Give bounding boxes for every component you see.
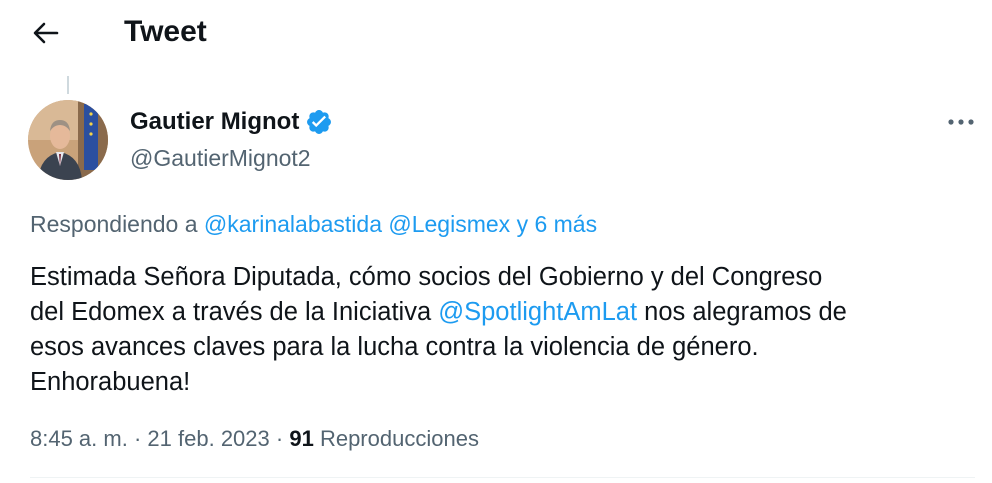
tweet-date[interactable]: 21 feb. 2023 bbox=[147, 426, 269, 451]
avatar-image bbox=[28, 100, 108, 180]
more-dots-icon bbox=[948, 119, 974, 125]
views-label[interactable]: Reproducciones bbox=[320, 426, 479, 451]
page-title: Tweet bbox=[124, 15, 207, 48]
tweet-text-line: Estimada Señora Diputada, cómo socios de… bbox=[30, 263, 823, 291]
top-bar: Tweet bbox=[0, 0, 992, 66]
avatar[interactable] bbox=[28, 100, 108, 180]
reply-context: Respondiendo a @karinalabastida @Legisme… bbox=[30, 209, 597, 239]
more-options-button[interactable] bbox=[942, 108, 980, 136]
author-handle[interactable]: @GautierMignot2 bbox=[130, 143, 311, 173]
verified-badge-icon bbox=[307, 110, 332, 134]
tweet-mention-spotlightamlat[interactable]: @SpotlightAmLat bbox=[438, 298, 637, 326]
tweet-text-line: del Edomex a través de la Iniciativa @Sp… bbox=[30, 295, 975, 330]
reply-more-link[interactable]: y 6 más bbox=[517, 211, 598, 237]
author-display-name[interactable]: Gautier Mignot bbox=[130, 107, 299, 137]
tweet-text-line: esos avances claves para la lucha contra… bbox=[30, 333, 759, 361]
divider bbox=[30, 477, 975, 478]
tweet-text-fragment: nos alegramos de bbox=[644, 298, 847, 326]
reply-prefix: Respondiendo a bbox=[30, 211, 198, 237]
tweet-text: Estimada Señora Diputada, cómo socios de… bbox=[30, 260, 975, 400]
tweet-metadata: 8:45 a. m. · 21 feb. 2023 · 91 Reproducc… bbox=[30, 424, 479, 454]
author-name-row: Gautier Mignot bbox=[130, 107, 333, 137]
reply-mention-karinalabastida[interactable]: @karinalabastida bbox=[204, 211, 382, 237]
separator-dot: · bbox=[275, 426, 284, 451]
tweet-time[interactable]: 8:45 a. m. bbox=[30, 426, 128, 451]
back-button[interactable] bbox=[27, 14, 65, 52]
views-count: 91 bbox=[289, 426, 314, 451]
separator-dot: · bbox=[133, 426, 142, 451]
tweet-text-line: Enhorabuena! bbox=[30, 368, 191, 396]
reply-mention-legismex[interactable]: @Legismex bbox=[388, 211, 510, 237]
tweet-text-fragment: del Edomex a través de la Iniciativa bbox=[30, 298, 432, 326]
arrow-left-icon bbox=[33, 22, 59, 44]
thread-connector-line bbox=[67, 76, 69, 94]
